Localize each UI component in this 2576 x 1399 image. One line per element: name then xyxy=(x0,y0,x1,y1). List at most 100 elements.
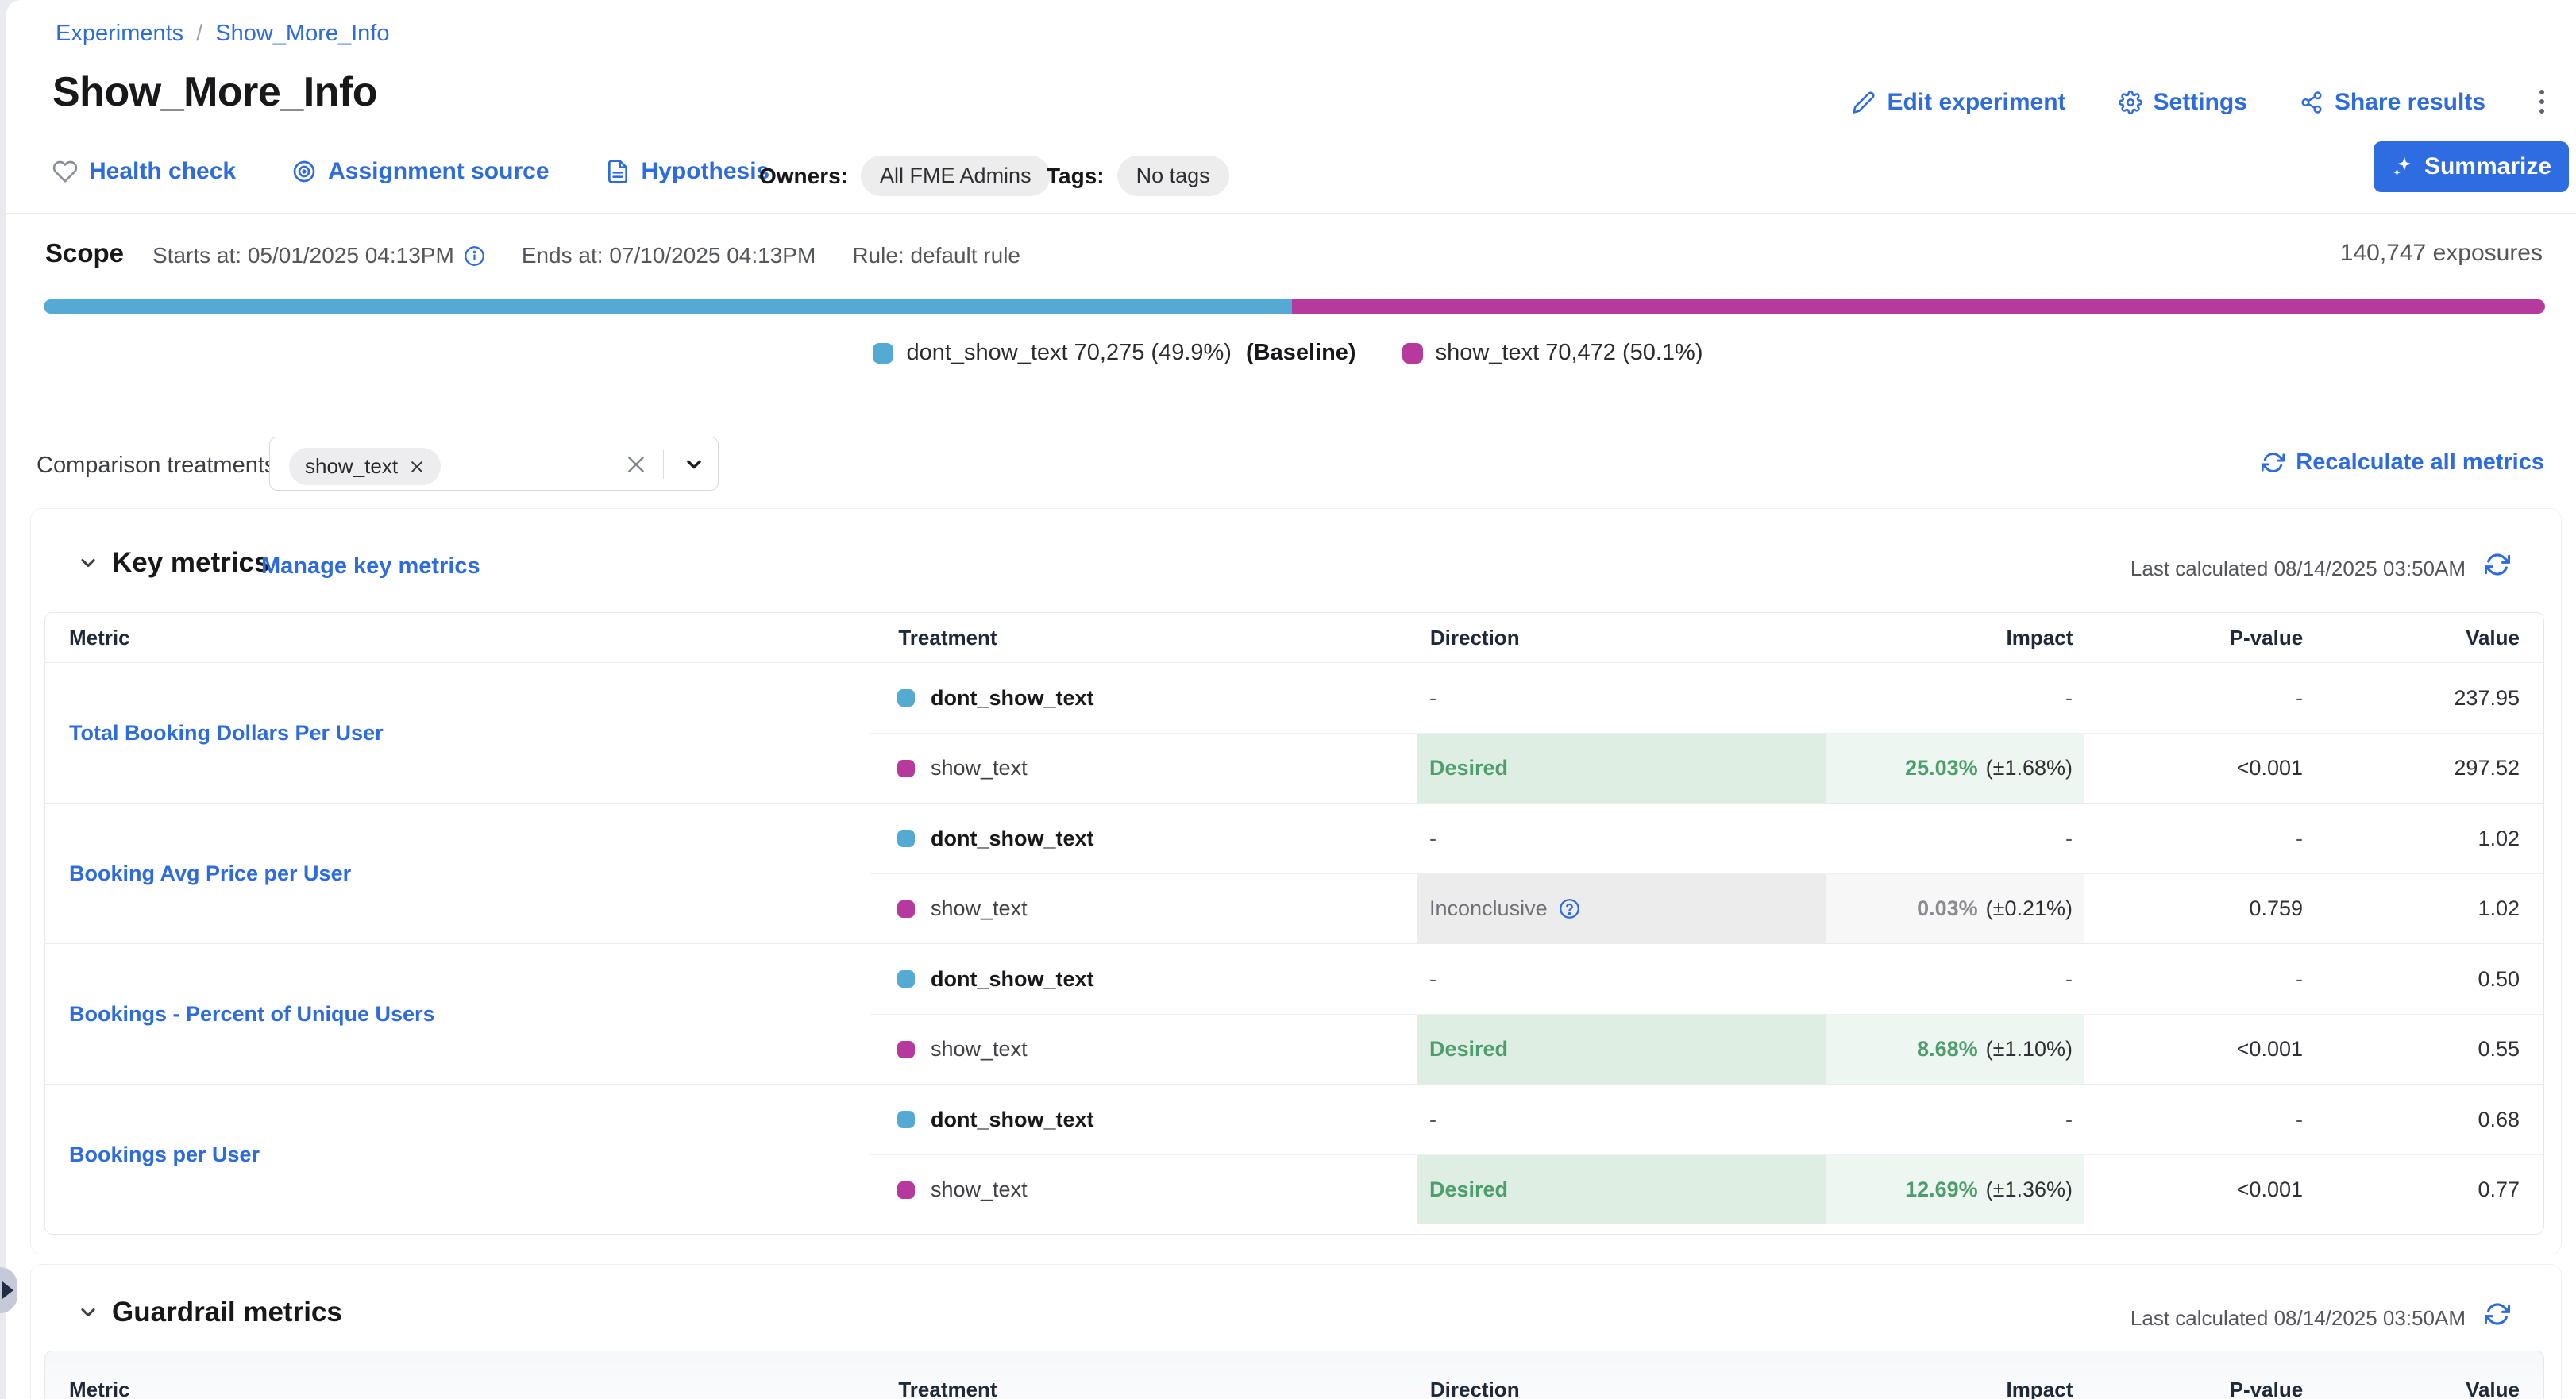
allocation-bar-baseline-segment xyxy=(44,299,1292,314)
refresh-icon[interactable] xyxy=(2485,1301,2510,1327)
summarize-button[interactable]: Summarize xyxy=(2374,141,2569,192)
direction-badge: Desired xyxy=(1429,1177,1508,1202)
share-results-button[interactable]: Share results xyxy=(2300,89,2485,116)
allocation-bar xyxy=(44,299,2545,314)
overflow-menu-button[interactable] xyxy=(2528,84,2555,119)
metric-link[interactable]: Bookings per User xyxy=(69,1143,260,1167)
column-header-direction: Direction xyxy=(1418,626,1827,650)
chevron-down-icon[interactable] xyxy=(683,453,705,476)
content-rounded-corner xyxy=(6,0,27,21)
chip-remove-icon[interactable] xyxy=(409,459,425,475)
legend-item-treatment: show_text 70,472 (50.1%) xyxy=(1402,340,1703,366)
owners-label: Owners: xyxy=(759,164,848,189)
baseline-color-swatch xyxy=(873,343,893,364)
info-icon[interactable] xyxy=(464,245,485,267)
scope-rule: Rule: default rule xyxy=(852,243,1020,268)
owners-pill[interactable]: All FME Admins xyxy=(861,156,1051,196)
treatment-chip[interactable]: show_text xyxy=(289,448,441,485)
breadcrumb-separator: / xyxy=(196,21,202,47)
baseline-color-swatch xyxy=(897,830,915,847)
treatment-color-swatch xyxy=(897,1181,915,1199)
chevron-down-icon xyxy=(77,1301,99,1324)
metric-group: Total Booking Dollars Per User dont_show… xyxy=(45,662,2543,803)
tags-label: Tags: xyxy=(1047,164,1105,189)
treatment-color-swatch xyxy=(897,900,915,918)
page-left-gutter xyxy=(0,0,6,1399)
direction-badge: Desired xyxy=(1429,1037,1508,1062)
summarize-label: Summarize xyxy=(2424,153,2551,180)
treatment-name: dont_show_text xyxy=(931,967,1094,992)
refresh-icon xyxy=(2262,451,2285,474)
gear-icon xyxy=(2119,91,2142,114)
column-header-impact: Impact xyxy=(1827,626,2085,650)
breadcrumb-experiments-link[interactable]: Experiments xyxy=(56,21,183,47)
heart-icon xyxy=(52,159,78,184)
baseline-color-swatch xyxy=(897,970,915,988)
key-metrics-section: Key metrics Manage key metrics Last calc… xyxy=(30,508,2562,1254)
document-icon xyxy=(605,159,631,184)
treatment-row: show_text Desired 8.68%(±1.10%) <0.001 0… xyxy=(870,1014,2543,1084)
health-check-link[interactable]: Health check xyxy=(52,158,236,185)
baseline-color-swatch xyxy=(897,689,915,707)
column-header-value: Value xyxy=(2307,626,2543,650)
baseline-row: dont_show_text - - - 237.95 xyxy=(870,663,2543,733)
hypothesis-link[interactable]: Hypothesis xyxy=(605,158,770,185)
assignment-source-link[interactable]: Assignment source xyxy=(291,158,549,185)
clear-selection-icon[interactable] xyxy=(624,453,648,476)
baseline-color-swatch xyxy=(897,1111,915,1128)
manage-key-metrics-link[interactable]: Manage key metrics xyxy=(261,553,480,580)
treatment-color-swatch xyxy=(897,1041,915,1058)
treatment-row: show_text Desired 12.69%(±1.36%) <0.001 … xyxy=(870,1154,2543,1224)
direction-badge: Inconclusive xyxy=(1429,896,1548,921)
sidebar-expand-handle[interactable] xyxy=(0,1267,17,1313)
refresh-icon[interactable] xyxy=(2485,552,2510,577)
owners-group: Owners: All FME Admins xyxy=(759,156,1051,196)
treatment-name: show_text xyxy=(931,1037,1028,1062)
question-circle-icon[interactable] xyxy=(1559,898,1580,919)
column-header-metric: Metric xyxy=(45,1378,870,1399)
column-header-pvalue: P-value xyxy=(2084,1378,2307,1399)
treatment-row: show_text Desired 25.03%(±1.68%) <0.001 … xyxy=(870,733,2543,803)
column-header-metric: Metric xyxy=(45,626,870,650)
share-results-label: Share results xyxy=(2335,89,2485,116)
column-header-treatment: Treatment xyxy=(870,1378,1418,1399)
metric-link[interactable]: Booking Avg Price per User xyxy=(69,861,351,886)
settings-label: Settings xyxy=(2154,89,2247,116)
treatment-row: show_text Inconclusive 0.03%(±0.21%) 0.7… xyxy=(870,873,2543,943)
target-icon xyxy=(291,159,317,184)
scope-ends-at: Ends at: 07/10/2025 04:13PM xyxy=(522,243,816,268)
metric-group: Booking Avg Price per User dont_show_tex… xyxy=(45,803,2543,943)
edit-experiment-button[interactable]: Edit experiment xyxy=(1852,89,2065,116)
column-header-direction: Direction xyxy=(1418,1378,1827,1399)
guardrail-metrics-section: Guardrail metrics Last calculated 08/14/… xyxy=(30,1264,2562,1399)
metric-link[interactable]: Total Booking Dollars Per User xyxy=(69,721,384,746)
page-title: Show_More_Info xyxy=(52,68,377,116)
recalculate-all-metrics-button[interactable]: Recalculate all metrics xyxy=(2262,449,2544,476)
guardrail-metrics-collapse-toggle[interactable]: Guardrail metrics xyxy=(77,1297,342,1328)
hypothesis-label: Hypothesis xyxy=(642,158,770,185)
breadcrumb-current-link[interactable]: Show_More_Info xyxy=(215,21,389,47)
assignment-source-label: Assignment source xyxy=(328,158,549,185)
breadcrumb: Experiments / Show_More_Info xyxy=(56,21,389,47)
guardrail-metrics-title: Guardrail metrics xyxy=(112,1297,342,1328)
health-check-label: Health check xyxy=(89,158,236,185)
column-header-pvalue: P-value xyxy=(2084,626,2307,650)
metric-link[interactable]: Bookings - Percent of Unique Users xyxy=(69,1002,435,1027)
scope-starts-at: Starts at: 05/01/2025 04:13PM xyxy=(152,243,485,268)
header-actions: Edit experiment Settings Share results xyxy=(1852,89,2485,116)
guardrail-metrics-last-calculated: Last calculated 08/14/2025 03:50AM xyxy=(2131,1306,2466,1331)
treatment-chip-label: show_text xyxy=(305,454,398,479)
select-divider xyxy=(663,450,664,479)
settings-button[interactable]: Settings xyxy=(2119,89,2247,116)
column-header-value: Value xyxy=(2307,1378,2543,1399)
key-metrics-collapse-toggle[interactable]: Key metrics xyxy=(77,547,269,579)
scope-details: Starts at: 05/01/2025 04:13PM Ends at: 0… xyxy=(152,243,1020,268)
comparison-treatments-select[interactable]: show_text xyxy=(269,437,719,491)
pencil-icon xyxy=(1852,91,1876,114)
table-header-row: Metric Treatment Direction Impact P-valu… xyxy=(45,1351,2543,1399)
edit-experiment-label: Edit experiment xyxy=(1887,89,2065,116)
allocation-legend: dont_show_text 70,275 (49.9%) (Baseline)… xyxy=(0,340,2576,366)
tags-pill[interactable]: No tags xyxy=(1117,156,1229,196)
key-metrics-title: Key metrics xyxy=(112,547,269,579)
guardrail-metrics-table: Metric Treatment Direction Impact P-valu… xyxy=(44,1351,2544,1399)
